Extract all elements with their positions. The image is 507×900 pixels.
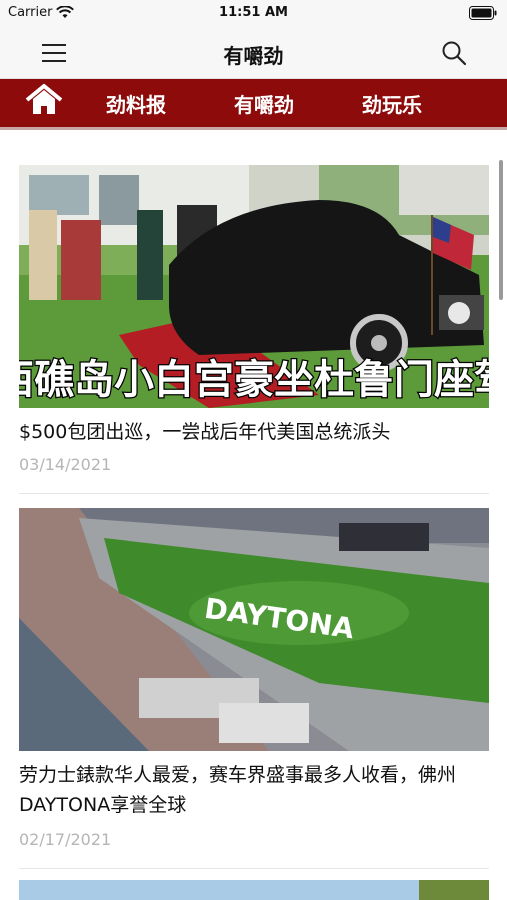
article-card[interactable]: 西礁岛小白宫豪坐杜鲁门座驾 $500包团出巡，一尝战后年代美国总统派头 03/1… <box>19 165 489 475</box>
tab-you-jiao-jin[interactable]: 有嚼劲 <box>234 89 294 118</box>
category-bar: 劲料报 有嚼劲 劲玩乐 <box>0 79 507 130</box>
image-caption: 西礁岛小白宫豪坐杜鲁门座驾 <box>19 357 489 403</box>
status-bar: Carrier 11:51 AM <box>0 0 507 28</box>
page-title: 有嚼劲 <box>223 44 284 68</box>
home-button[interactable] <box>24 83 64 117</box>
article-feed[interactable]: 西礁岛小白宫豪坐杜鲁门座驾 $500包团出巡，一尝战后年代美国总统派头 03/1… <box>0 131 507 900</box>
article-thumbnail[interactable]: 西礁岛小白宫豪坐杜鲁门座驾 <box>19 165 489 408</box>
article-card[interactable] <box>19 880 489 900</box>
article-thumbnail[interactable] <box>19 880 489 900</box>
article-headline[interactable]: $500包团出巡，一尝战后年代美国总统派头 <box>19 417 489 447</box>
article-date: 02/17/2021 <box>19 830 112 849</box>
article-headline[interactable]: 劳力士錶款华人最爱，赛车界盛事最多人收看，佛州DAYTONA享誉全球 <box>19 760 489 820</box>
scrollbar[interactable] <box>499 160 503 300</box>
tab-jin-wan-le[interactable]: 劲玩乐 <box>362 89 422 118</box>
search-button[interactable] <box>441 40 467 66</box>
article-date: 03/14/2021 <box>19 455 112 474</box>
navigation-bar: 有嚼劲 <box>0 28 507 79</box>
divider <box>19 868 489 869</box>
tab-jin-liao-bao[interactable]: 劲料报 <box>106 89 166 118</box>
search-icon <box>442 41 467 66</box>
divider <box>19 493 489 494</box>
article-thumbnail[interactable]: DAYTONA <box>19 508 489 751</box>
home-icon <box>25 84 63 114</box>
article-card[interactable]: DAYTONA 劳力士錶款华人最爱，赛车界盛事最多人收看，佛州DAYTONA享誉… <box>19 508 489 868</box>
clock: 11:51 AM <box>219 5 288 20</box>
battery-icon <box>469 6 497 24</box>
